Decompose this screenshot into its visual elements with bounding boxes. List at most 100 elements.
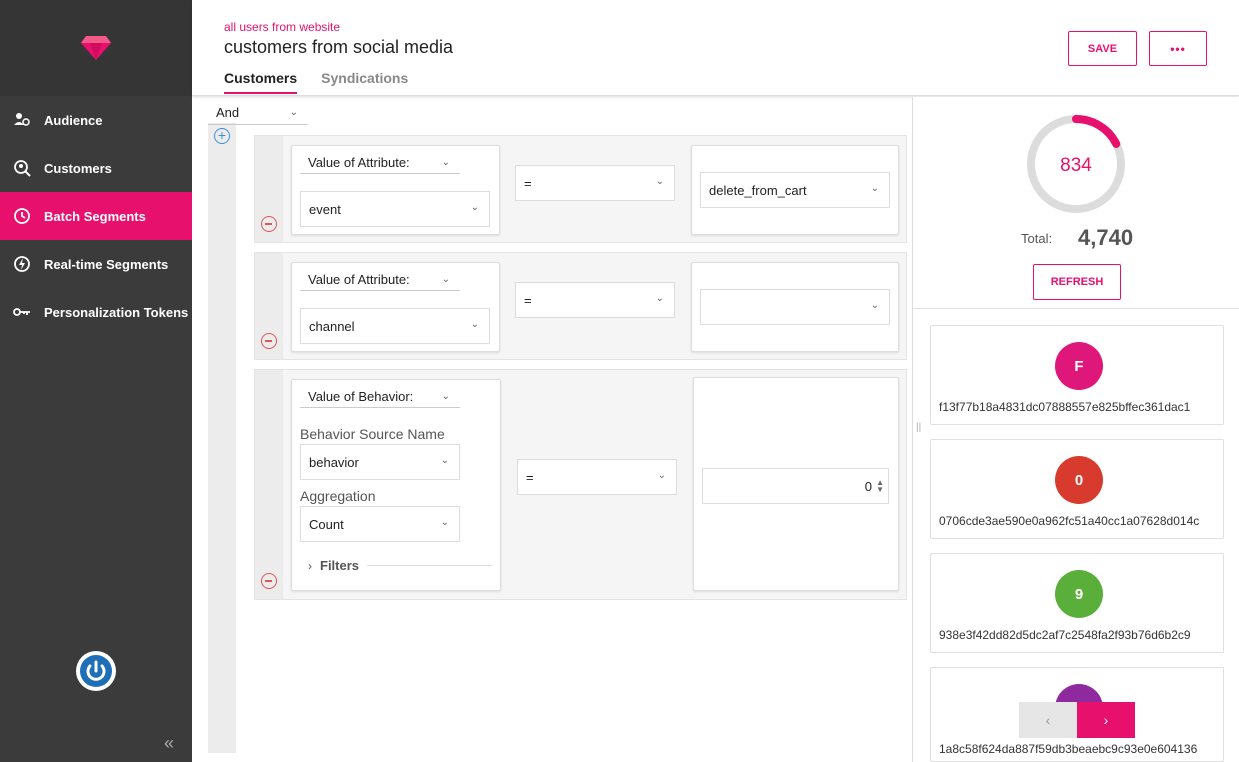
attribute-value: channel: [309, 318, 355, 334]
comparator-select[interactable]: = ⌄: [515, 282, 675, 318]
customer-card[interactable]: 0 0706cde3ae590e0a962fc51a40cc1a07628d01…: [930, 439, 1224, 539]
attribute-select[interactable]: event ⌄: [300, 191, 490, 227]
attribute-card: Value of Attribute: ⌄ channel ⌄: [291, 262, 500, 352]
ruby-logo-icon: [81, 36, 111, 60]
chevron-down-icon: ⌄: [655, 293, 664, 304]
operator-value: And: [216, 105, 240, 120]
filters-toggle[interactable]: › Filters: [308, 558, 492, 573]
rule-strip: [255, 370, 283, 599]
count-area: 834 Total: 4,740 REFRESH: [913, 97, 1239, 309]
value-select[interactable]: ⌄: [700, 289, 890, 325]
rule-row: Value of Behavior: ⌄ Behavior Source Nam…: [254, 369, 907, 600]
page-title: customers from social media: [224, 37, 454, 57]
power-button[interactable]: [76, 651, 116, 691]
summary-panel: || 834 Total: 4,740 REFRESH F f13f77b18a…: [912, 97, 1239, 762]
sidebar-item-label: Real-time Segments: [44, 256, 169, 272]
comparator-value: =: [524, 175, 532, 191]
pager: ‹ ›: [1019, 702, 1135, 738]
chevron-down-icon: ⌄: [657, 470, 666, 481]
behavior-source-select[interactable]: behavior ⌄: [300, 444, 460, 480]
number-value: 0: [864, 478, 872, 494]
rule-kind-select[interactable]: Value of Behavior: ⌄: [300, 386, 460, 408]
operator-select[interactable]: And ⌄: [208, 105, 308, 125]
match-donut: 834: [1027, 115, 1125, 213]
tab-customers[interactable]: Customers: [224, 70, 298, 94]
attribute-select[interactable]: channel ⌄: [300, 308, 490, 344]
sidebar-item-audience[interactable]: Audience: [0, 96, 192, 144]
aggregation-select[interactable]: Count ⌄: [300, 506, 460, 542]
chevron-down-icon: ⌄: [655, 176, 664, 187]
resize-handle-icon[interactable]: ||: [916, 422, 921, 433]
behavior-source-value: behavior: [309, 454, 359, 470]
rule-kind-select[interactable]: Value of Attribute: ⌄: [300, 269, 460, 291]
value-select[interactable]: delete_from_cart ⌄: [700, 172, 890, 208]
value-card: 0 ▲ ▼: [693, 377, 899, 591]
batch-segments-icon: [12, 206, 32, 226]
rule-row: Value of Attribute: ⌄ channel ⌄ = ⌄ ⌄: [254, 252, 907, 360]
behavior-card: Value of Behavior: ⌄ Behavior Source Nam…: [291, 379, 501, 591]
customer-id: 0706cde3ae590e0a962fc51a40cc1a07628d014c: [939, 514, 1200, 528]
sidebar-item-label: Batch Segments: [44, 208, 146, 224]
filters-label: Filters: [320, 558, 360, 573]
sidebar-item-realtime-segments[interactable]: Real-time Segments: [0, 240, 192, 288]
comparator-value: =: [526, 469, 534, 485]
power-icon: [77, 652, 115, 690]
realtime-segments-icon: [12, 254, 32, 274]
prev-page-button[interactable]: ‹: [1019, 702, 1077, 738]
filters-divider: [367, 565, 492, 566]
chevron-down-icon: ⌄: [470, 319, 479, 330]
total-label: Total:: [1021, 231, 1053, 246]
remove-rule-icon[interactable]: [261, 333, 277, 349]
sidebar-item-customers[interactable]: Customers: [0, 144, 192, 192]
value-text: delete_from_cart: [709, 182, 807, 198]
avatar: F: [1055, 342, 1103, 390]
chevron-down-icon: ⌄: [470, 202, 479, 213]
chevron-right-icon: ›: [308, 558, 312, 573]
collapse-sidebar-icon[interactable]: «: [164, 733, 174, 754]
chevron-down-icon: ⌄: [289, 107, 298, 118]
customer-id: 1a8c58f624da887f59db3beaebc9c93e0e604136: [939, 742, 1198, 756]
rule-row: Value of Attribute: ⌄ event ⌄ = ⌄ delete…: [254, 135, 907, 243]
sidebar-item-personalization-tokens[interactable]: Personalization Tokens: [0, 288, 192, 336]
operator-rail: [208, 123, 236, 753]
chevron-down-icon: ⌄: [870, 300, 879, 311]
comparator-value: =: [524, 292, 532, 308]
sidebar-item-label: Customers: [44, 160, 112, 176]
remove-rule-icon[interactable]: [261, 216, 277, 232]
customer-id: f13f77b18a4831dc07888557e825bffec361dac1: [939, 400, 1191, 414]
number-input[interactable]: 0 ▲ ▼: [702, 468, 889, 504]
sidebar-item-batch-segments[interactable]: Batch Segments: [0, 192, 192, 240]
key-icon: [12, 302, 32, 322]
audience-icon: [12, 110, 32, 130]
behavior-source-label: Behavior Source Name: [300, 426, 445, 442]
header: all users from website customers from so…: [192, 0, 1239, 96]
rule-kind-select[interactable]: Value of Attribute: ⌄: [300, 152, 460, 174]
next-page-button[interactable]: ›: [1077, 702, 1135, 738]
remove-rule-icon[interactable]: [261, 573, 277, 589]
spinner-icon[interactable]: ▲ ▼: [876, 479, 884, 494]
value-card: delete_from_cart ⌄: [691, 145, 899, 235]
customer-card[interactable]: 9 938e3f42dd82d5dc2af7c2548fa2f93b76d6b2…: [930, 553, 1224, 653]
chevron-down-icon: ⌄: [441, 157, 450, 168]
rule-kind-value: Value of Behavior:: [308, 389, 414, 404]
customer-card[interactable]: F f13f77b18a4831dc07888557e825bffec361da…: [930, 325, 1224, 425]
more-options-button[interactable]: •••: [1149, 31, 1207, 66]
value-card: ⌄: [691, 262, 899, 352]
comparator-select[interactable]: = ⌄: [515, 165, 675, 201]
breadcrumb[interactable]: all users from website: [224, 20, 340, 34]
comparator-select[interactable]: = ⌄: [517, 459, 677, 495]
add-rule-icon[interactable]: +: [214, 128, 230, 144]
rule-kind-value: Value of Attribute:: [308, 272, 410, 287]
tab-syndications[interactable]: Syndications: [321, 70, 408, 94]
matched-count: 834: [1060, 155, 1092, 176]
aggregation-label: Aggregation: [300, 488, 376, 504]
refresh-button[interactable]: REFRESH: [1033, 264, 1121, 300]
customers-icon: [12, 158, 32, 178]
sidebar-item-label: Personalization Tokens: [44, 304, 189, 320]
save-button[interactable]: SAVE: [1068, 31, 1137, 66]
chevron-down-icon: ⌄: [440, 517, 449, 528]
sidebar: Audience Customers Batch Segments Real-t…: [0, 0, 192, 762]
chevron-down-icon: ⌄: [440, 455, 449, 466]
total-value: 4,740: [1078, 225, 1134, 250]
attribute-value: event: [309, 201, 341, 217]
